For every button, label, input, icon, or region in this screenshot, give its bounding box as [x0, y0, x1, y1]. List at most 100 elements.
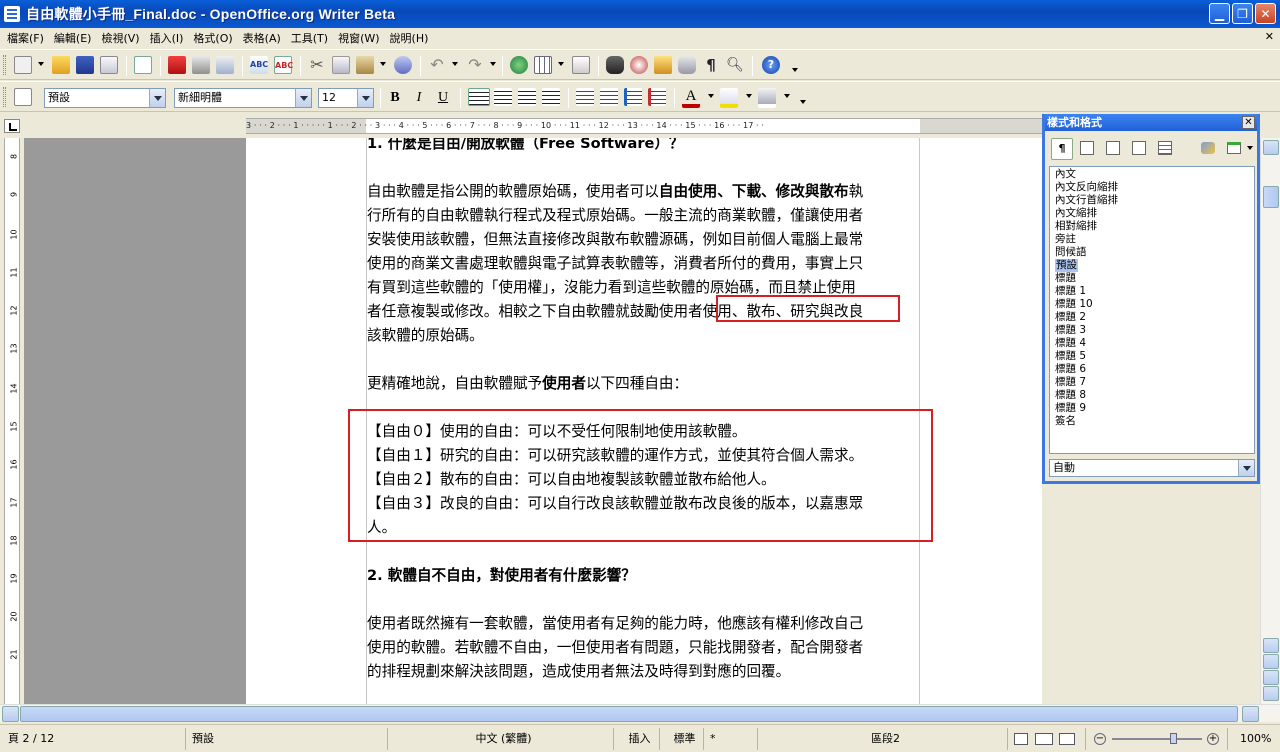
align-center-icon[interactable] — [494, 88, 512, 106]
menu-edit[interactable]: 編輯(E) — [49, 30, 97, 46]
chevron-down-icon[interactable] — [149, 89, 165, 107]
menu-format[interactable]: 格式(O) — [188, 30, 237, 46]
style-item[interactable]: 標題 4 — [1055, 337, 1254, 350]
find-replace-icon[interactable] — [606, 56, 624, 74]
document-area[interactable]: 1. 什麼是自由/開放軟體（Free Software）？ 自由軟體是指公開的軟… — [24, 138, 1042, 704]
redo-icon[interactable]: ↷ — [466, 56, 484, 74]
horizontal-scrollbar[interactable] — [0, 704, 1280, 722]
toolbar-grip[interactable] — [3, 87, 6, 107]
new-document-icon[interactable] — [14, 56, 32, 74]
table-dropdown-icon[interactable] — [558, 62, 564, 66]
new-style-dropdown-icon[interactable] — [1247, 146, 1253, 150]
autospellcheck-icon[interactable]: ABC — [274, 56, 293, 74]
close-window-button[interactable]: ✕ — [1255, 3, 1276, 24]
styles-panel-title[interactable]: 樣式和格式 ✕ — [1045, 114, 1257, 131]
bullets-icon[interactable] — [600, 88, 618, 106]
background-color-icon[interactable] — [758, 88, 776, 108]
fill-format-mode-icon[interactable] — [1197, 138, 1219, 160]
help-icon[interactable]: ? — [762, 56, 780, 74]
open-folder-icon[interactable] — [52, 56, 70, 74]
background-color-dropdown-icon[interactable] — [784, 94, 790, 98]
spellcheck-icon[interactable]: ABC — [250, 56, 268, 74]
data-sources-icon[interactable] — [678, 56, 696, 74]
undo-icon[interactable]: ↶ — [428, 56, 446, 74]
navigator-icon[interactable] — [630, 56, 648, 74]
new-style-icon[interactable] — [1223, 138, 1245, 160]
copy-icon[interactable] — [332, 56, 350, 74]
numbering-icon[interactable] — [576, 88, 594, 106]
zoom-slider-track[interactable] — [1111, 733, 1202, 744]
toolbar-overflow-icon[interactable] — [800, 100, 806, 104]
style-item[interactable]: 標題 7 — [1055, 376, 1254, 389]
previous-page-button[interactable] — [1263, 654, 1279, 669]
align-left-icon[interactable] — [468, 88, 490, 106]
next-page-button[interactable] — [1263, 686, 1279, 701]
chevron-down-icon[interactable] — [1238, 460, 1254, 476]
menu-table[interactable]: 表格(A) — [238, 30, 286, 46]
font-size-select[interactable]: 12 — [318, 88, 374, 108]
highlighting-icon[interactable] — [720, 88, 738, 108]
zoom-icon[interactable]: 🔍︎ — [726, 56, 744, 74]
export-pdf-icon[interactable] — [168, 56, 186, 74]
gallery-icon[interactable] — [654, 56, 672, 74]
menu-window[interactable]: 視窗(W) — [333, 30, 384, 46]
horizontal-scroll-thumb[interactable] — [20, 706, 1238, 722]
page-style-indicator[interactable]: 預設 — [186, 728, 388, 750]
style-item[interactable]: 標題 3 — [1055, 324, 1254, 337]
zoom-slider[interactable]: − + — [1088, 728, 1228, 750]
vertical-scrollbar[interactable] — [1260, 138, 1280, 704]
scroll-right-button[interactable] — [1242, 706, 1259, 722]
scroll-down-button[interactable] — [1263, 638, 1279, 653]
increase-indent-icon[interactable] — [648, 88, 666, 106]
page-indicator[interactable]: 頁 2 / 12 — [2, 728, 186, 750]
menu-insert[interactable]: 插入(I) — [145, 30, 189, 46]
print-icon[interactable] — [192, 56, 210, 74]
menu-help[interactable]: 說明(H) — [385, 30, 434, 46]
page-styles-icon[interactable] — [1129, 138, 1151, 160]
edit-file-icon[interactable] — [134, 56, 152, 74]
menu-file[interactable]: 檔案(F) — [2, 30, 49, 46]
style-item[interactable]: 內文縮排 — [1055, 207, 1254, 220]
chevron-down-icon[interactable] — [357, 89, 373, 107]
style-item[interactable]: 旁註 — [1055, 233, 1254, 246]
save-icon[interactable] — [76, 56, 94, 74]
scroll-left-button[interactable] — [2, 706, 19, 722]
tab-type-icon[interactable] — [4, 119, 20, 133]
list-styles-icon[interactable] — [1155, 138, 1177, 160]
show-draw-functions-icon[interactable] — [572, 56, 590, 74]
style-item[interactable]: 標題 1 — [1055, 285, 1254, 298]
insert-mode-indicator[interactable]: 插入 — [614, 728, 660, 750]
maximize-button[interactable]: ❐ — [1232, 3, 1253, 24]
close-icon[interactable]: ✕ — [1242, 116, 1255, 129]
paste-dropdown-icon[interactable] — [380, 62, 386, 66]
zoom-slider-thumb[interactable] — [1169, 733, 1177, 744]
selection-mode-indicator[interactable]: 標準 — [660, 728, 704, 750]
menu-tools[interactable]: 工具(T) — [286, 30, 333, 46]
horizontal-ruler[interactable]: 3 · · · 2 · · · 1 · · · · · 1 · · · 2 · … — [246, 118, 1042, 134]
table-icon[interactable] — [534, 56, 552, 74]
style-item[interactable]: 標題 — [1055, 272, 1254, 285]
italic-button[interactable]: I — [410, 89, 428, 107]
style-item[interactable]: 內文 — [1055, 168, 1254, 181]
scroll-thumb[interactable] — [1263, 186, 1279, 208]
menu-view[interactable]: 檢視(V) — [96, 30, 144, 46]
align-right-icon[interactable] — [518, 88, 536, 106]
justify-icon[interactable] — [542, 88, 560, 106]
single-page-view-icon[interactable] — [1014, 733, 1028, 745]
style-item[interactable]: 相對縮排 — [1055, 220, 1254, 233]
minimize-button[interactable]: ▁ — [1209, 3, 1230, 24]
font-color-icon[interactable]: A — [682, 88, 700, 108]
view-layout-buttons[interactable] — [1008, 728, 1086, 750]
style-item-selected[interactable]: 預設 — [1055, 259, 1078, 272]
zoom-out-icon[interactable]: − — [1094, 733, 1106, 745]
format-paintbrush-icon[interactable] — [394, 56, 412, 74]
font-name-select[interactable]: 新細明體 — [174, 88, 312, 108]
close-document-icon[interactable]: ✕ — [1265, 30, 1274, 43]
style-item[interactable]: 簽名 — [1055, 415, 1254, 428]
scroll-up-button[interactable] — [1263, 140, 1279, 155]
book-view-icon[interactable] — [1059, 733, 1075, 745]
new-dropdown-icon[interactable] — [38, 62, 44, 66]
toolbar-grip[interactable] — [3, 55, 6, 75]
chevron-down-icon[interactable] — [295, 89, 311, 107]
style-item[interactable]: 標題 9 — [1055, 402, 1254, 415]
